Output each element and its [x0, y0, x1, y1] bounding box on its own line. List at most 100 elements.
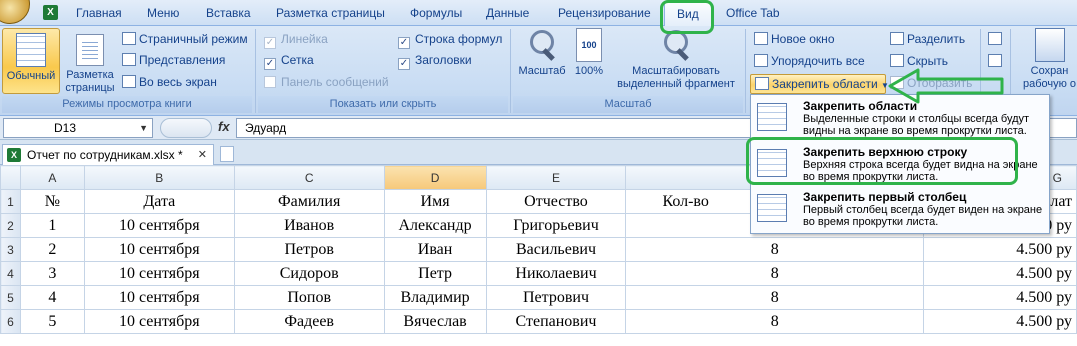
table-cell[interactable]: Петрович — [485, 285, 627, 310]
select-all-corner[interactable] — [0, 165, 21, 190]
office-button[interactable] — [0, 0, 30, 24]
column-header-a[interactable]: A — [19, 165, 85, 190]
menu-item-desc: Верхняя строка всегда будет видна на экр… — [803, 159, 1038, 183]
table-cell[interactable]: 10 сентября — [83, 285, 235, 310]
split-button[interactable]: Разделить — [890, 30, 965, 48]
zoom-selection-button[interactable]: Масштабировать выделенный фрагмент — [612, 28, 740, 91]
table-cell[interactable]: 8 — [625, 309, 925, 334]
zoom-button[interactable]: Масштаб — [516, 28, 568, 78]
sync-scroll-icon — [988, 54, 1002, 67]
table-cell[interactable]: 10 сентября — [83, 237, 235, 262]
new-window-button[interactable]: Новое окно — [754, 30, 835, 48]
header-cell[interactable]: Отчество — [485, 189, 627, 214]
table-cell[interactable]: 8 — [625, 237, 925, 262]
table-cell[interactable]: Попов — [233, 285, 385, 310]
name-box-value: D13 — [54, 121, 77, 135]
formula-bar-checkbox[interactable]: ✓ Строка формул — [398, 30, 502, 49]
row-header[interactable]: 2 — [0, 213, 21, 238]
zoom-100-button[interactable]: 100 100% — [572, 28, 606, 78]
zoom-100-icon: 100 — [576, 28, 602, 62]
tab-menu[interactable]: Меню — [147, 6, 179, 20]
table-cell[interactable]: 1 — [19, 213, 85, 238]
table-cell[interactable]: Григорьевич — [485, 213, 627, 238]
page-break-mode-button[interactable]: Страничный режим — [122, 30, 248, 48]
arrange-all-button[interactable]: Упорядочить все — [754, 52, 865, 70]
freeze-top-row-item[interactable]: Закрепить верхнюю строку Верхняя строка … — [751, 143, 1049, 187]
full-screen-button[interactable]: Во весь экран — [122, 73, 217, 91]
table-row: 6 5 10 сентября Фадеев Вячеслав Степанович 8 4.… — [0, 309, 1077, 334]
row-header[interactable]: 6 — [0, 309, 21, 334]
freeze-panes-button[interactable]: Закрепить области ▼ — [750, 74, 889, 94]
column-header-b[interactable]: B — [83, 165, 235, 190]
row-header[interactable]: 3 — [0, 237, 21, 262]
table-cell[interactable]: 2 — [19, 237, 85, 262]
table-cell[interactable]: Сидоров — [233, 261, 385, 286]
message-bar-checkbox[interactable]: Панель сообщений — [264, 73, 389, 91]
document-tab[interactable]: X Отчет по сотрудникам.xlsx * ✕ — [2, 144, 214, 165]
tab-view[interactable]: Вид — [664, 1, 712, 27]
table-cell[interactable]: Владимир — [383, 285, 487, 310]
table-cell[interactable]: 5 — [19, 309, 85, 334]
column-header-d[interactable]: D — [383, 165, 487, 190]
table-cell[interactable]: 4.500 ру — [923, 309, 1077, 334]
tab-page-layout[interactable]: Разметка страницы — [276, 6, 385, 20]
table-cell[interactable]: 8 — [625, 285, 925, 310]
header-cell[interactable]: Имя — [383, 189, 487, 214]
normal-view-button[interactable]: Обычный — [2, 28, 60, 94]
table-cell[interactable]: 4.500 ру — [923, 285, 1077, 310]
chevron-down-icon[interactable]: ▼ — [139, 119, 148, 137]
table-cell[interactable]: Васильевич — [485, 237, 627, 262]
new-tab-icon[interactable] — [220, 146, 234, 162]
row-header[interactable]: 1 — [0, 189, 21, 214]
table-cell[interactable]: 4.500 ру — [923, 237, 1077, 262]
header-cell[interactable]: Дата — [83, 189, 235, 214]
gridlines-checkbox[interactable]: ✓ Сетка — [264, 51, 314, 70]
table-cell[interactable]: Степанович — [485, 309, 627, 334]
table-cell[interactable]: Фадеев — [233, 309, 385, 334]
gridlines-check-icon: ✓ — [264, 58, 276, 70]
menu-item-title: Закрепить первый столбец — [803, 190, 967, 204]
side-by-side-button[interactable] — [988, 30, 1002, 48]
tab-review[interactable]: Рецензирование — [558, 6, 651, 20]
fx-icon[interactable]: fx — [218, 119, 230, 134]
freeze-panes-icon — [755, 77, 769, 90]
freeze-first-column-icon — [757, 194, 787, 222]
table-row: 4 3 10 сентября Сидоров Петр Николаевич 8 4.500… — [0, 261, 1077, 286]
table-cell[interactable]: Петр — [383, 261, 487, 286]
header-cell[interactable]: Фамилия — [233, 189, 385, 214]
save-workspace-button[interactable]: Сохран рабочую о — [1022, 28, 1077, 91]
column-header-e[interactable]: E — [485, 165, 627, 190]
close-icon[interactable]: ✕ — [198, 145, 207, 165]
row-header[interactable]: 4 — [0, 261, 21, 286]
header-cell[interactable]: № — [19, 189, 85, 214]
tab-insert[interactable]: Вставка — [206, 6, 251, 20]
headings-checkbox[interactable]: ✓ Заголовки — [398, 51, 472, 70]
table-cell[interactable]: 10 сентября — [83, 261, 235, 286]
name-box[interactable]: D13 ▼ — [3, 118, 153, 138]
ruler-checkbox[interactable]: ✓ Линейка — [264, 30, 328, 49]
tab-home[interactable]: Главная — [76, 6, 122, 20]
page-layout-button[interactable]: Разметка страницы — [62, 28, 118, 95]
table-cell[interactable]: 4 — [19, 285, 85, 310]
table-cell[interactable]: 4.500 ру — [923, 261, 1077, 286]
table-cell[interactable]: Николаевич — [485, 261, 627, 286]
tab-formulas[interactable]: Формулы — [410, 6, 462, 20]
freeze-first-column-item[interactable]: Закрепить первый столбец Первый столбец … — [751, 188, 1049, 232]
table-cell[interactable]: 10 сентября — [83, 309, 235, 334]
formula-handle[interactable] — [160, 118, 212, 138]
table-cell[interactable]: 10 сентября — [83, 213, 235, 238]
table-cell[interactable]: Александр — [383, 213, 487, 238]
tab-data[interactable]: Данные — [486, 6, 529, 20]
custom-views-button[interactable]: Представления — [122, 51, 225, 69]
row-header[interactable]: 5 — [0, 285, 21, 310]
table-cell[interactable]: 3 — [19, 261, 85, 286]
table-cell[interactable]: Вячеслав — [383, 309, 487, 334]
column-header-c[interactable]: C — [233, 165, 385, 190]
table-cell[interactable]: 8 — [625, 261, 925, 286]
table-cell[interactable]: Петров — [233, 237, 385, 262]
tab-office-tab[interactable]: Office Tab — [726, 6, 780, 20]
arrange-all-label: Упорядочить все — [771, 54, 865, 68]
table-cell[interactable]: Иван — [383, 237, 487, 262]
custom-views-icon — [122, 53, 136, 66]
table-cell[interactable]: Иванов — [233, 213, 385, 238]
